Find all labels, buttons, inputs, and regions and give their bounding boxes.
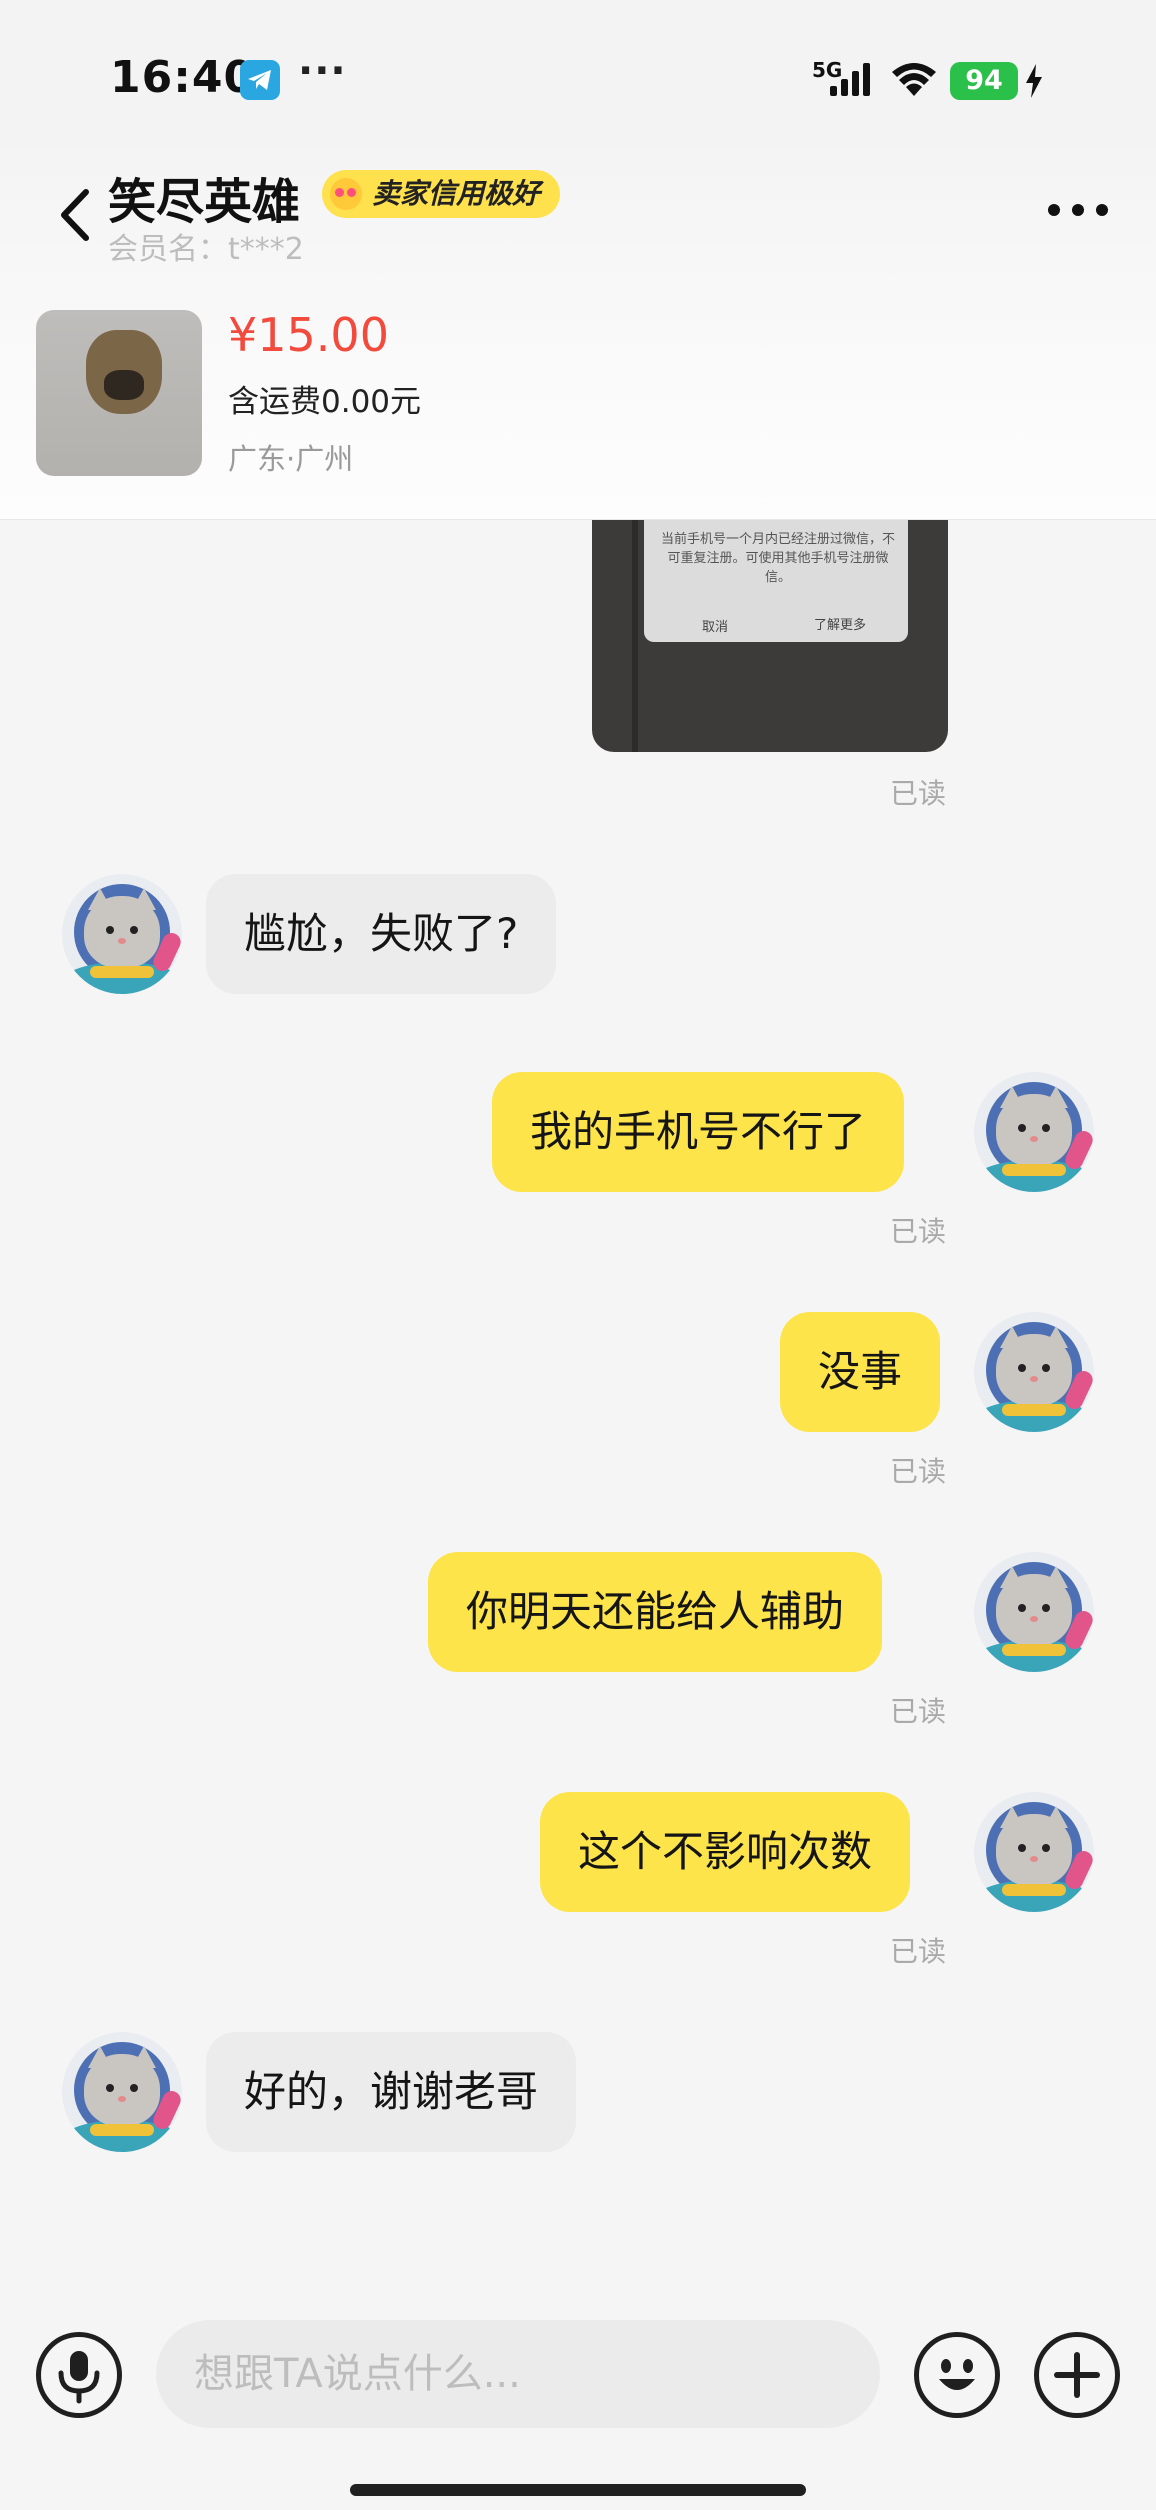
mic-icon[interactable]: [36, 2332, 122, 2418]
phone-edge: [632, 520, 638, 752]
shared-screenshot-image[interactable]: 当前手机号一个月内已经注册过微信，不可重复注册。可使用其他手机号注册微信。 取消…: [592, 520, 948, 752]
home-indicator[interactable]: [350, 2484, 806, 2496]
back-icon[interactable]: [52, 180, 96, 250]
notification-dots: ···: [298, 48, 347, 94]
read-receipt: 已读: [890, 1935, 947, 1968]
credit-face-icon: [330, 178, 362, 210]
member-name: 会员名：t***2: [108, 232, 304, 267]
read-receipt: 已读: [890, 1695, 947, 1728]
chat-header: 笑尽英雄 卖家信用极好 会员名：t***2 ¥15.00 含运费0.00元 广东…: [0, 150, 1156, 520]
my-avatar[interactable]: [974, 1792, 1094, 1912]
my-avatar[interactable]: [974, 1312, 1094, 1432]
message-bubble-right[interactable]: 这个不影响次数: [540, 1792, 911, 1912]
message-bubble-right[interactable]: 没事: [780, 1312, 941, 1432]
input-bar: [0, 2300, 1156, 2510]
read-receipt: 已读: [890, 1455, 947, 1488]
message-bubble-left[interactable]: 尴尬，失败了?: [206, 874, 557, 994]
my-avatar[interactable]: [974, 1072, 1094, 1192]
bolt-icon: [1026, 64, 1042, 98]
dialog-cancel: 取消: [702, 620, 729, 635]
my-avatar[interactable]: [974, 1552, 1094, 1672]
emoji-icon[interactable]: [914, 2332, 1000, 2418]
message-bubble-right[interactable]: 我的手机号不行了: [492, 1072, 905, 1192]
credit-badge-label: 卖家信用极好: [372, 177, 541, 210]
product-thumbnail[interactable]: [36, 310, 202, 476]
seller-name[interactable]: 笑尽英雄: [108, 162, 300, 232]
product-location: 广东·广州: [228, 442, 354, 476]
dialog-learn-more: 了解更多: [814, 618, 867, 633]
message-input[interactable]: [156, 2320, 880, 2428]
status-time: 16:40: [110, 52, 256, 103]
status-bar: 16:40 ··· 5G 94: [0, 0, 1156, 150]
telegram-icon: [240, 60, 280, 100]
screenshot-dialog: 当前手机号一个月内已经注册过微信，不可重复注册。可使用其他手机号注册微信。 取消…: [644, 520, 908, 642]
read-receipt: 已读: [890, 1215, 947, 1248]
battery-level: 94: [950, 62, 1018, 100]
wifi-icon: [892, 63, 936, 96]
plus-icon[interactable]: [1034, 2332, 1120, 2418]
message-bubble-left[interactable]: 好的，谢谢老哥: [206, 2032, 577, 2152]
read-receipt: 已读: [890, 777, 947, 810]
dialog-text: 当前手机号一个月内已经注册过微信，不可重复注册。可使用其他手机号注册微信。: [660, 532, 895, 585]
peer-avatar[interactable]: [62, 874, 182, 994]
shipping-fee: 含运费0.00元: [228, 384, 422, 420]
message-bubble-right[interactable]: 你明天还能给人辅助: [428, 1552, 883, 1672]
peer-avatar[interactable]: [62, 2032, 182, 2152]
product-price: ¥15.00: [228, 308, 389, 362]
signal-icon: [830, 63, 870, 96]
puppy-image: [86, 330, 162, 414]
credit-badge[interactable]: 卖家信用极好: [322, 170, 561, 218]
more-icon[interactable]: [1046, 200, 1110, 220]
